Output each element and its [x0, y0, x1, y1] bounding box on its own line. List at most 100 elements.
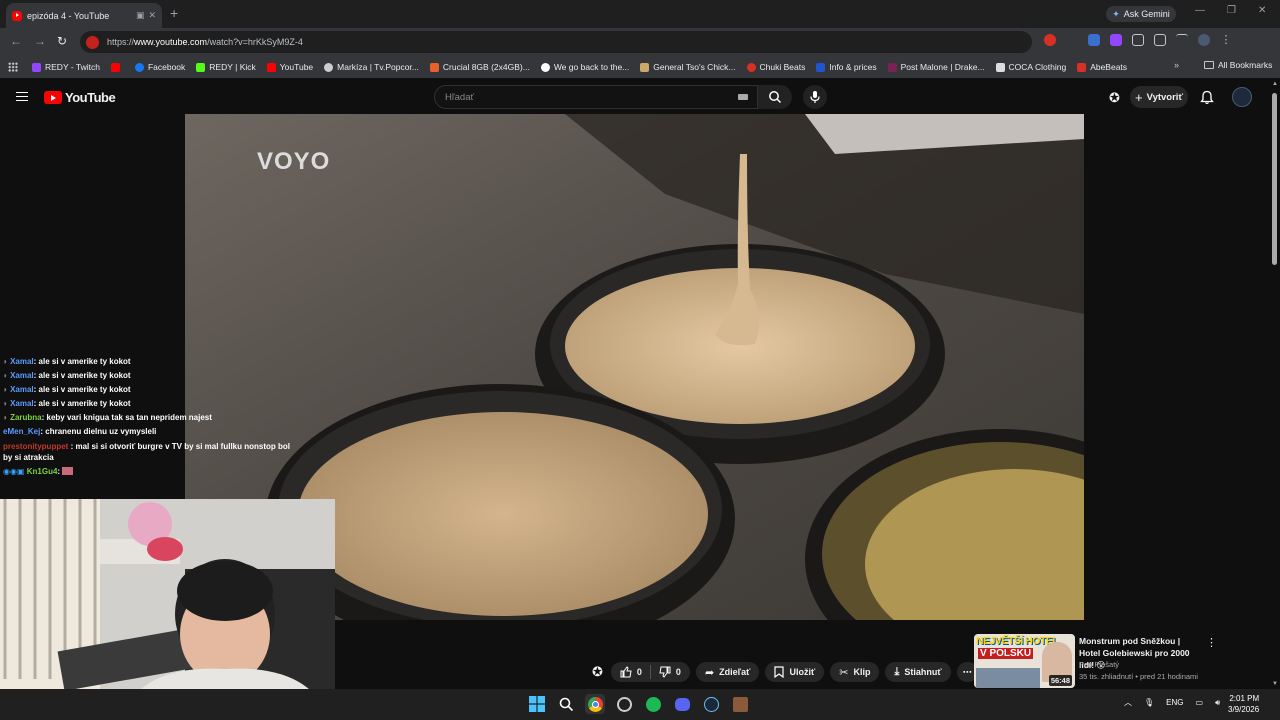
clip-button[interactable]: ✂ Klip: [830, 662, 880, 682]
ask-gemini-button[interactable]: ✦ Ask Gemini: [1106, 6, 1176, 22]
extension-icon[interactable]: [1088, 34, 1100, 46]
extension-icon[interactable]: [1044, 34, 1056, 46]
clock-time: 2:01 PM: [1229, 694, 1260, 703]
site-info-icon[interactable]: [86, 35, 99, 49]
youtube-logo[interactable]: YouTube: [44, 90, 116, 105]
bookmark-item[interactable]: Chuki Beats: [746, 62, 805, 72]
tray-overflow-chevron-icon[interactable]: ︿: [1124, 697, 1132, 708]
thumbs-up-icon: [620, 666, 632, 678]
maximize-icon[interactable]: ❐: [1227, 5, 1236, 16]
bookmark-item[interactable]: Post Malone | Drake...: [887, 62, 985, 72]
bookmark-item[interactable]: Facebook: [134, 62, 185, 72]
share-arrow-icon: ➦: [704, 666, 715, 679]
save-button[interactable]: Uložiť: [765, 662, 825, 682]
apps-grid-icon[interactable]: [8, 62, 18, 72]
bookmark-item[interactable]: Crucial 8GB (2x4GB)...: [429, 62, 530, 72]
hamburger-menu-icon[interactable]: [16, 92, 28, 101]
chat-text: :: [57, 467, 61, 476]
extension-bot-icon[interactable]: ✪: [592, 664, 603, 680]
notifications-bell-icon[interactable]: [1200, 90, 1214, 110]
tab-audio-icon[interactable]: ▣: [136, 10, 145, 21]
share-button[interactable]: ➦ Zdieľať: [695, 662, 760, 682]
address-bar[interactable]: https://www.youtube.com/watch?v=hrKkSyM9…: [80, 31, 1032, 53]
webcam-feed-image: [0, 499, 335, 720]
recommended-video-card[interactable]: NEJVĚTŠÍ HOTEL V POLSKU 56:48 Monstrum p…: [974, 634, 1274, 688]
profile-avatar-icon[interactable]: [1198, 34, 1210, 46]
obs-icon[interactable]: [614, 694, 634, 714]
account-avatar[interactable]: [1232, 87, 1252, 107]
search-input[interactable]: Hľadať: [434, 85, 758, 109]
windows-start-icon[interactable]: [527, 694, 547, 714]
recommended-thumbnail[interactable]: NEJVĚTŠÍ HOTEL V POLSKU 56:48: [974, 634, 1075, 688]
volume-icon[interactable]: 🔊︎: [1215, 698, 1220, 708]
forward-arrow-icon[interactable]: →: [34, 34, 46, 48]
like-count: 0: [636, 667, 642, 677]
language-indicator[interactable]: ENG: [1166, 698, 1183, 707]
bookmark-item[interactable]: Markíza | Tv.Popcor...: [324, 62, 419, 72]
bookmark-item[interactable]: [110, 62, 124, 72]
reload-icon[interactable]: ↻: [57, 34, 67, 48]
voice-search-button[interactable]: [803, 85, 827, 109]
clock-date: 3/9/2026: [1228, 705, 1260, 714]
all-bookmarks-button[interactable]: All Bookmarks: [1204, 60, 1272, 70]
bookmark-item[interactable]: YouTube: [266, 62, 313, 72]
minimize-icon[interactable]: —: [1195, 5, 1205, 16]
taskbar-search-icon[interactable]: [556, 694, 576, 714]
youtube-play-logo-icon: [44, 91, 62, 104]
bookmark-item[interactable]: COCA Clothing: [995, 62, 1066, 72]
bookmark-item[interactable]: REDY | Kick: [196, 62, 256, 72]
browser-tab-active[interactable]: epizóda 4 - YouTube ▣ ✕: [6, 3, 162, 28]
chat-message: ◗ Xamal: ale si v amerike ty kokot: [3, 385, 131, 394]
recommended-channel[interactable]: Pan Plešatý: [1079, 660, 1119, 669]
bookmark-item[interactable]: AbeBeats: [1077, 62, 1127, 72]
taskbar-clock[interactable]: 2:01 PM 3/9/2026: [1228, 693, 1259, 715]
spotify-icon[interactable]: [643, 694, 663, 714]
create-button[interactable]: + Vytvoriť: [1130, 86, 1188, 108]
steam-icon[interactable]: [701, 694, 721, 714]
microphone-tray-icon[interactable]: 🎙︎: [1144, 698, 1154, 707]
flag-emote-icon: [62, 467, 74, 475]
bookmark-item[interactable]: We go back to the...: [540, 62, 629, 72]
extension-bot-icon[interactable]: ✪: [1109, 90, 1120, 106]
close-window-icon[interactable]: ✕: [1258, 5, 1266, 16]
download-button[interactable]: ⤓ Stiahnuť: [885, 662, 951, 682]
bookmarks-overflow-chevron-icon[interactable]: »: [1174, 60, 1179, 70]
chat-username: Kn1Gu4: [26, 467, 58, 476]
new-tab-button[interactable]: +: [170, 5, 178, 21]
kebab-menu-icon[interactable]: ⋮: [1220, 34, 1232, 46]
chat-text: : ale si v amerike ty kokot: [33, 385, 131, 394]
bookmark-item[interactable]: REDY - Twitch: [32, 62, 100, 72]
bookmark-item[interactable]: General Tso's Chick...: [640, 62, 736, 72]
dislike-button[interactable]: 0: [659, 666, 681, 678]
thumbnail-text-line-2: V POLSKU: [978, 648, 1034, 659]
scroll-up-arrow-icon[interactable]: ▲: [1272, 81, 1278, 87]
discord-icon[interactable]: [672, 694, 692, 714]
thumbs-down-icon: [659, 666, 671, 678]
youtube-favicon-icon: [12, 10, 22, 21]
scrollbar-thumb[interactable]: [1272, 93, 1277, 265]
scroll-down-arrow-icon[interactable]: ▼: [1272, 681, 1278, 687]
chat-username: Xamal: [10, 371, 34, 380]
keyboard-icon[interactable]: [738, 94, 748, 100]
kebab-menu-icon[interactable]: ⋮: [1206, 636, 1217, 649]
reading-list-icon[interactable]: [1176, 34, 1188, 46]
back-arrow-icon[interactable]: ←: [10, 34, 22, 48]
bookmarks-bar: REDY - Twitch Facebook REDY | Kick YouTu…: [0, 56, 1280, 78]
chat-username: Xamal: [10, 385, 34, 394]
extension-icon[interactable]: [1110, 34, 1122, 46]
tab-close-icon[interactable]: ✕: [148, 10, 156, 21]
bookmark-item[interactable]: Info & prices: [816, 62, 877, 72]
network-icon[interactable]: ▭: [1196, 698, 1204, 707]
like-button[interactable]: 0: [620, 666, 642, 678]
cast-icon[interactable]: [1154, 34, 1166, 46]
chrome-icon[interactable]: [585, 694, 605, 714]
search-button[interactable]: [758, 85, 792, 109]
game-app-icon[interactable]: [730, 694, 750, 714]
search-icon: [769, 91, 782, 104]
chat-username: Zarubna: [10, 413, 42, 422]
extensions-puzzle-icon[interactable]: [1132, 34, 1144, 46]
recommended-meta: 35 tis. zhliadnutí • pred 21 hodinami: [1079, 672, 1198, 681]
extension-icon[interactable]: [1066, 34, 1078, 46]
bookmark-icon: [774, 666, 785, 678]
page-scrollbar[interactable]: ▲ ▼: [1270, 78, 1280, 689]
